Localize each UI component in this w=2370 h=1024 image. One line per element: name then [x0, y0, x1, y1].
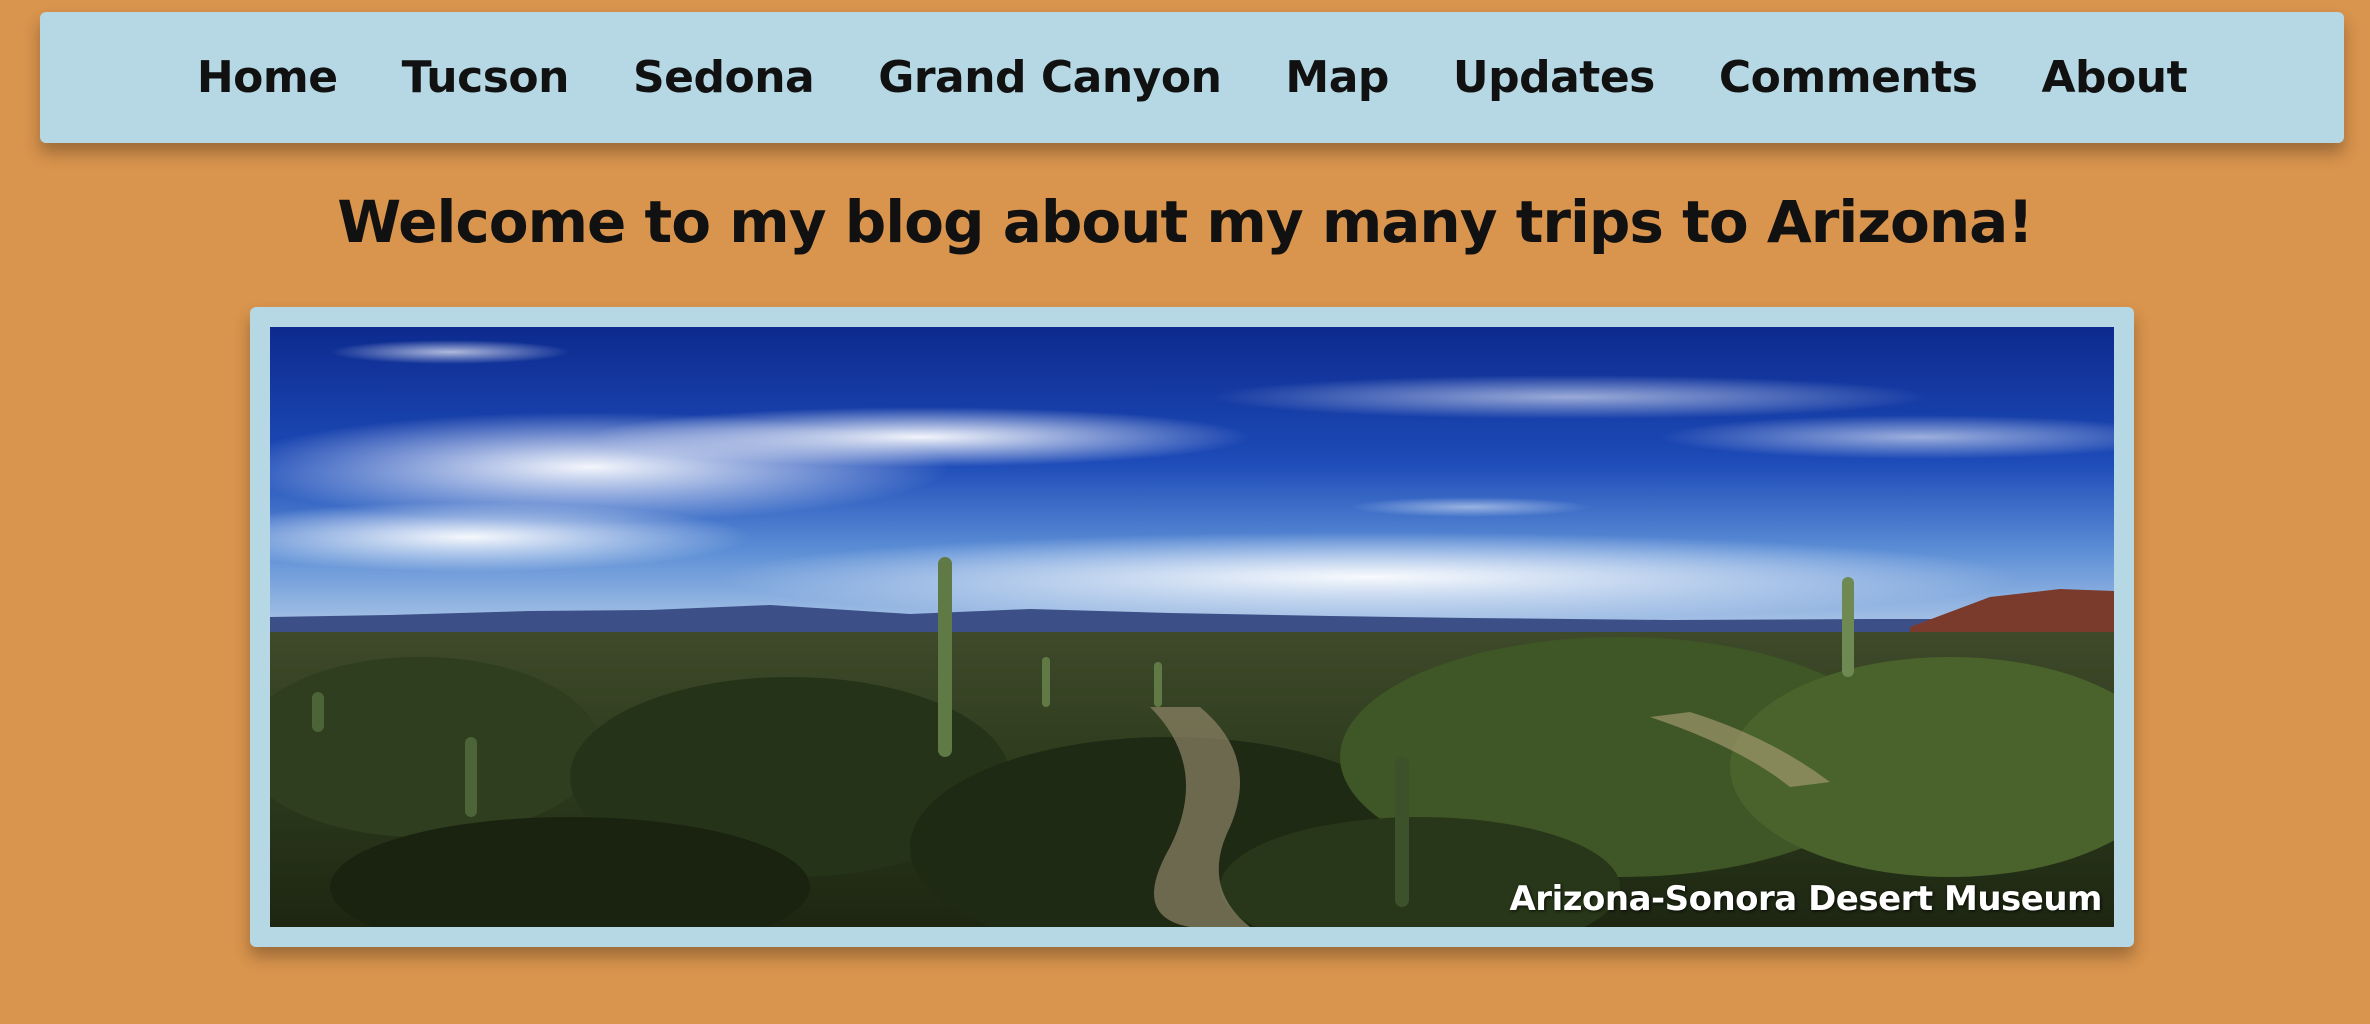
hero-image: Arizona-Sonora Desert Museum — [270, 327, 2114, 927]
desert-landscape-photo — [270, 327, 2114, 927]
page-title: Welcome to my blog about my many trips t… — [337, 188, 2034, 256]
nav-item-updates[interactable]: Updates — [1453, 52, 1655, 103]
nav-item-about[interactable]: About — [2041, 52, 2187, 103]
nav-item-map[interactable]: Map — [1285, 52, 1389, 103]
hero-image-caption: Arizona-Sonora Desert Museum — [1509, 879, 2102, 919]
hero-image-frame: Arizona-Sonora Desert Museum — [250, 307, 2134, 947]
nav-item-tucson[interactable]: Tucson — [402, 52, 570, 103]
nav-item-sedona[interactable]: Sedona — [633, 52, 815, 103]
nav-menu: Home Tucson Sedona Grand Canyon Map Upda… — [197, 52, 2188, 103]
nav-item-comments[interactable]: Comments — [1719, 52, 1978, 103]
nav-item-grand-canyon[interactable]: Grand Canyon — [878, 52, 1222, 103]
nav-item-home[interactable]: Home — [197, 52, 338, 103]
top-navigation-bar: Home Tucson Sedona Grand Canyon Map Upda… — [40, 12, 2344, 143]
